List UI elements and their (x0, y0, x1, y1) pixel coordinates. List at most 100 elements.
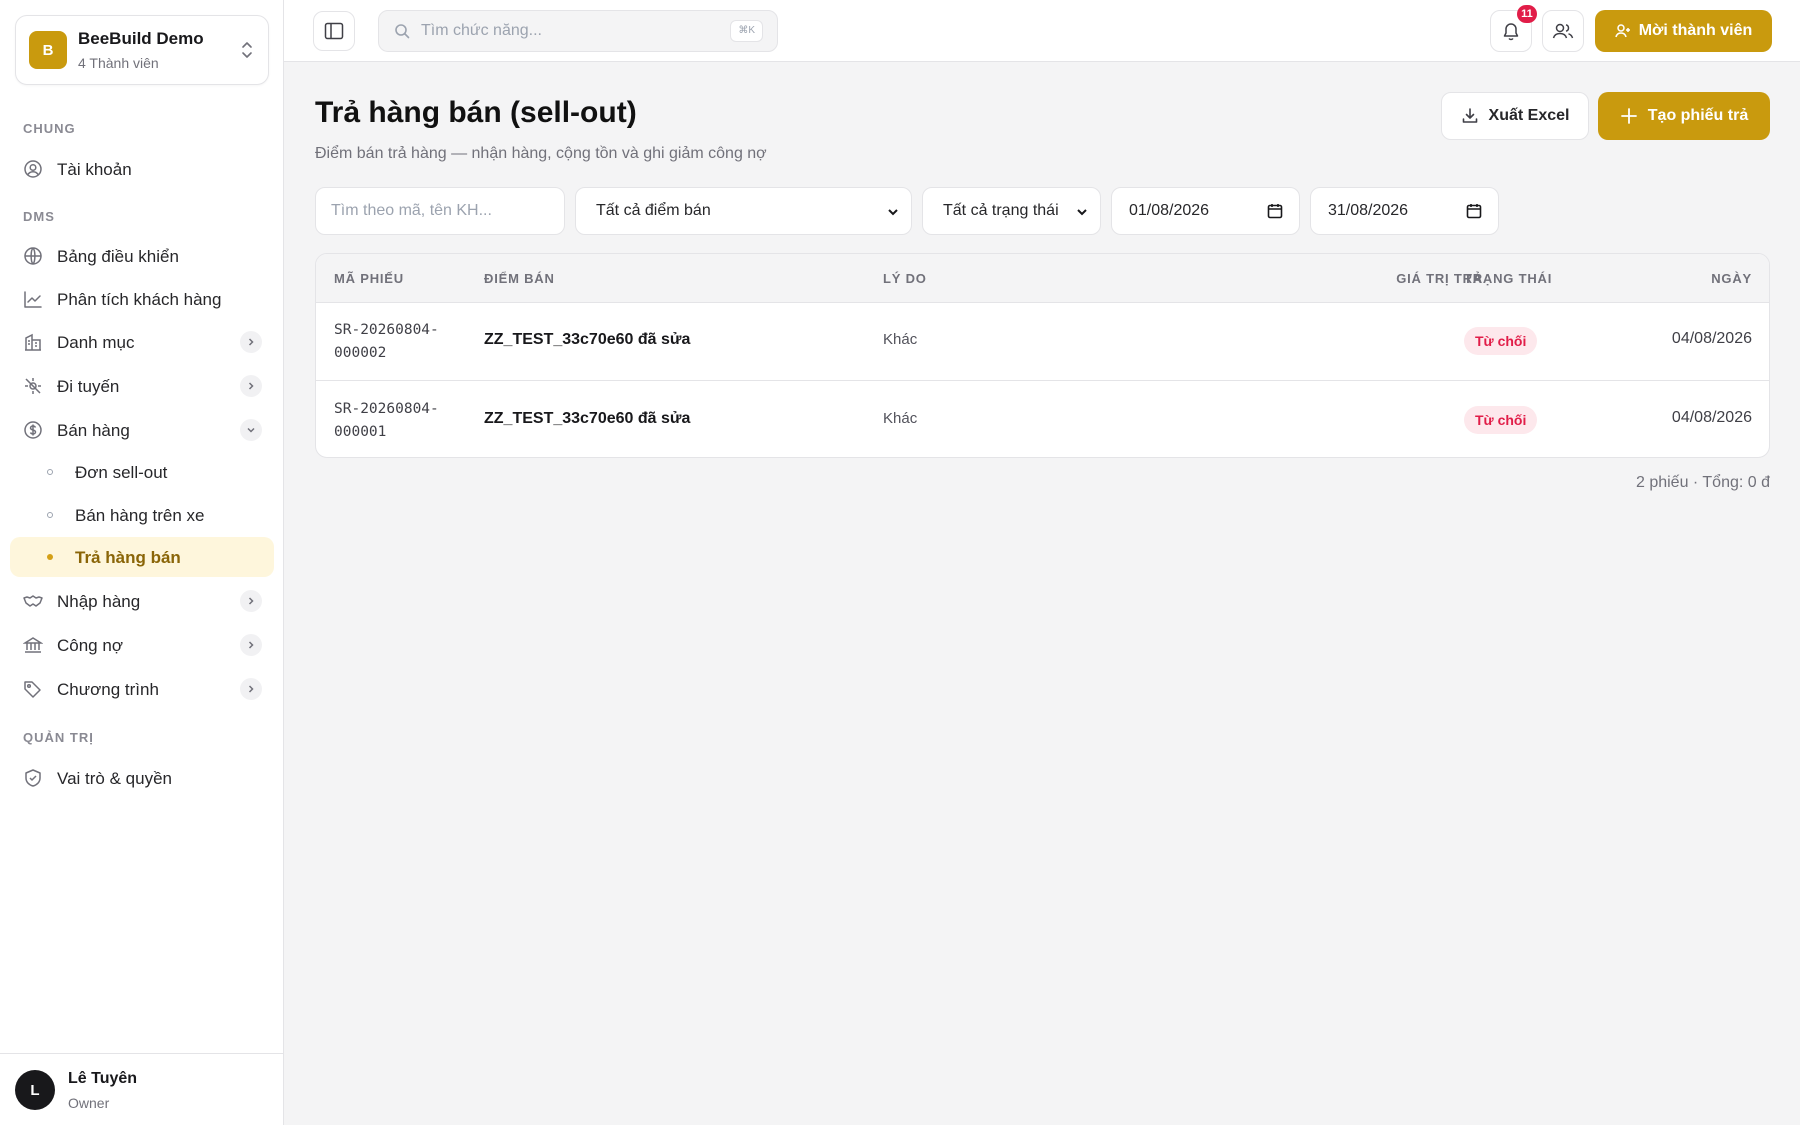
sidebar-item-dashboard[interactable]: Bảng điều khiển (10, 236, 274, 276)
date-to-value: 31/08/2026 (1328, 202, 1409, 219)
return-code-part: 000001 (334, 424, 387, 440)
top-bar: Tìm chức năng... ⌘K 11 Mời thành viên (284, 0, 1800, 62)
status-select-value: Tất cả trạng thái (943, 202, 1059, 219)
sidebar-item-label: Công nợ (57, 636, 123, 655)
table-row[interactable]: SR-20260804- 000001 ZZ_TEST_33c70e60 đã … (316, 382, 1769, 457)
chart-line-icon (24, 291, 42, 308)
calendar-icon[interactable] (1466, 203, 1482, 219)
route-icon (25, 378, 41, 394)
section-label-general: CHUNG (23, 121, 76, 136)
plus-icon (1620, 108, 1637, 124)
chevron-down-icon (888, 209, 898, 216)
chevron-down-icon (1077, 209, 1087, 216)
sidebar-subitem-sellout-orders[interactable]: Đơn sell-out (10, 452, 274, 492)
notifications-button[interactable]: 11 (1490, 5, 1537, 52)
sidebar-subitem-van-sales[interactable]: Bán hàng trên xe (10, 495, 274, 535)
sidebar-item-programs[interactable]: Chương trình (10, 669, 274, 709)
return-code-part: 000002 (334, 345, 387, 361)
user-circle-icon (24, 160, 42, 178)
building-icon (25, 333, 41, 351)
sidebar-item-purchasing[interactable]: Nhập hàng (10, 581, 274, 621)
return-reason: Khác (883, 331, 918, 348)
bullet-icon (47, 554, 53, 560)
avatar: L (15, 1070, 55, 1110)
sidebar-item-customer-analytics[interactable]: Phân tích khách hàng (10, 279, 274, 319)
keyboard-shortcut: ⌘K (730, 20, 763, 42)
team-button[interactable] (1542, 10, 1584, 52)
sidebar-item-label: Danh mục (57, 333, 135, 352)
download-icon (1462, 108, 1477, 123)
sidebar-subitem-label: Bán hàng trên xe (75, 506, 205, 525)
outlet-select-value: Tất cả điểm bán (596, 202, 711, 219)
sidebar-subitem-label: Trả hàng bán (75, 548, 181, 567)
page-title: Trả hàng bán (sell-out) (315, 96, 637, 129)
sidebar-item-debts[interactable]: Công nợ (10, 625, 274, 665)
sidebar-item-sales[interactable]: Bán hàng (10, 410, 274, 450)
handshake-icon (23, 595, 43, 607)
shield-check-icon (25, 769, 41, 787)
export-excel-button[interactable]: Xuất Excel (1441, 92, 1589, 140)
date-from-input[interactable]: 01/08/2026 (1111, 187, 1300, 235)
sidebar: B BeeBuild Demo 4 Thành viên CHUNG Tài k… (0, 0, 284, 1125)
return-code: SR-20260804- 000002 (334, 319, 439, 365)
table-row[interactable]: SR-20260804- 000002 ZZ_TEST_33c70e60 đã … (316, 303, 1769, 381)
status-badge: Từ chối (1464, 327, 1538, 355)
sidebar-item-account[interactable]: Tài khoản (10, 149, 274, 189)
chevron-right-icon[interactable] (240, 331, 262, 353)
page-subtitle: Điểm bán trả hàng — nhận hàng, cộng tồn … (315, 145, 767, 162)
outlet-name: ZZ_TEST_33c70e60 đã sửa (484, 410, 691, 427)
section-label-dms: DMS (23, 209, 55, 224)
sidebar-item-label: Phân tích khách hàng (57, 290, 222, 309)
outlet-select[interactable]: Tất cả điểm bán (575, 187, 912, 235)
create-label: Tạo phiếu trả (1647, 107, 1749, 124)
invite-member-button[interactable]: Mời thành viên (1595, 10, 1772, 52)
return-code: SR-20260804- 000001 (334, 398, 439, 444)
globe-icon (24, 247, 42, 265)
section-label-admin: QUẢN TRỊ (23, 730, 94, 745)
chevron-right-icon[interactable] (240, 590, 262, 612)
sidebar-subitem-label: Đơn sell-out (75, 463, 168, 482)
search-input[interactable]: Tìm chức năng... ⌘K (378, 10, 778, 52)
dollar-circle-icon (24, 421, 42, 439)
column-header-status: TRẠNG THÁI (1464, 271, 1553, 286)
table-header: MÃ PHIẾU ĐIỂM BÁN LÝ DO GIÁ TRỊ TRẢ TRẠN… (316, 254, 1769, 303)
user-name: Lê Tuyên (68, 1070, 138, 1087)
return-code-part: SR-20260804- (334, 322, 439, 338)
calendar-icon[interactable] (1267, 203, 1283, 219)
sidebar-item-catalog[interactable]: Danh mục (10, 322, 274, 362)
sidebar-item-label: Bảng điều khiển (57, 247, 179, 266)
chevron-right-icon[interactable] (240, 375, 262, 397)
status-select[interactable]: Tất cả trạng thái (922, 187, 1101, 235)
workspace-switcher[interactable]: B BeeBuild Demo 4 Thành viên (15, 15, 269, 85)
sidebar-item-label: Vai trò & quyền (57, 769, 172, 788)
workspace-name: BeeBuild Demo (78, 29, 204, 48)
sidebar-item-roles[interactable]: Vai trò & quyền (10, 758, 274, 798)
chevron-right-icon[interactable] (240, 678, 262, 700)
column-header-outlet: ĐIỂM BÁN (484, 271, 555, 286)
sidebar-item-label: Tài khoản (57, 160, 132, 179)
chevron-right-icon[interactable] (240, 634, 262, 656)
sidebar-item-routes[interactable]: Đi tuyến (10, 366, 274, 406)
filter-search-input[interactable]: Tìm theo mã, tên KH... (315, 187, 565, 235)
user-profile[interactable]: L Lê Tuyên Owner (0, 1053, 284, 1125)
bank-icon (23, 637, 43, 653)
sidebar-toggle-button[interactable] (313, 11, 355, 51)
sidebar-item-label: Nhập hàng (57, 592, 141, 611)
create-return-button[interactable]: Tạo phiếu trả (1598, 92, 1770, 140)
return-date: 04/08/2026 (1671, 409, 1752, 426)
column-header-reason: LÝ DO (883, 271, 927, 286)
sidebar-subitem-sales-returns[interactable]: Trả hàng bán (10, 537, 274, 577)
returns-table: MÃ PHIẾU ĐIỂM BÁN LÝ DO GIÁ TRỊ TRẢ TRẠN… (315, 253, 1770, 458)
invite-label: Mời thành viên (1638, 22, 1753, 39)
bullet-icon (47, 469, 53, 475)
table-summary: 2 phiếu · Tổng: 0 đ (1635, 474, 1770, 491)
export-label: Xuất Excel (1488, 107, 1570, 124)
chevron-down-icon[interactable] (240, 419, 262, 441)
search-placeholder: Tìm chức năng... (421, 22, 542, 39)
search-icon (395, 24, 410, 39)
sidebar-item-label: Bán hàng (57, 421, 130, 440)
notification-badge: 11 (1517, 5, 1537, 23)
bell-icon (1503, 23, 1519, 41)
date-to-input[interactable]: 31/08/2026 (1310, 187, 1499, 235)
users-icon (1552, 23, 1574, 39)
